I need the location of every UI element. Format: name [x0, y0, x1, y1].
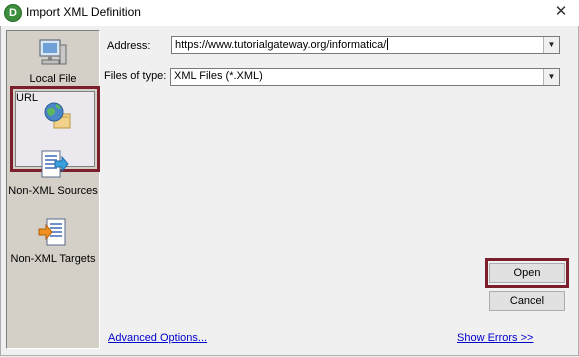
sidebar-item-label: Non-XML Targets	[10, 253, 96, 265]
text-caret	[387, 38, 389, 50]
show-errors-link[interactable]: Show Errors >>	[457, 332, 533, 344]
source-document-icon	[41, 150, 69, 178]
filetype-value: XML Files (*.XML)	[174, 70, 263, 82]
web-globe-icon	[44, 102, 71, 129]
source-sidebar: Local File URL Non-XML Sources Non-XML T…	[6, 30, 100, 349]
filetype-label: Files of type:	[104, 70, 167, 82]
address-input[interactable]: https://www.tutorialgateway.org/informat…	[175, 38, 389, 51]
title-bar: D Import XML Definition ✕	[0, 0, 579, 26]
address-combobox[interactable]: https://www.tutorialgateway.org/informat…	[171, 36, 560, 54]
computer-icon	[39, 39, 67, 65]
advanced-options-link[interactable]: Advanced Options...	[108, 332, 207, 344]
target-document-icon	[38, 218, 66, 246]
app-icon: D	[4, 4, 22, 22]
sidebar-item-non-xml-targets[interactable]: Non-XML Targets	[7, 217, 99, 269]
open-button[interactable]: Open	[489, 263, 565, 283]
sidebar-item-label: Non-XML Sources	[8, 185, 98, 197]
sidebar-item-local-file[interactable]: Local File	[7, 35, 99, 85]
close-button[interactable]: ✕	[551, 3, 571, 21]
cancel-button[interactable]: Cancel	[489, 291, 565, 311]
chevron-down-icon[interactable]: ▼	[543, 69, 559, 85]
chevron-down-icon[interactable]: ▼	[543, 37, 559, 53]
sidebar-item-non-xml-sources[interactable]: Non-XML Sources	[7, 149, 99, 201]
sidebar-item-label: Local File	[29, 73, 77, 85]
address-label: Address:	[107, 40, 151, 52]
filetype-select[interactable]: XML Files (*.XML) ▼	[170, 68, 560, 86]
window-title: Import XML Definition	[26, 5, 141, 19]
